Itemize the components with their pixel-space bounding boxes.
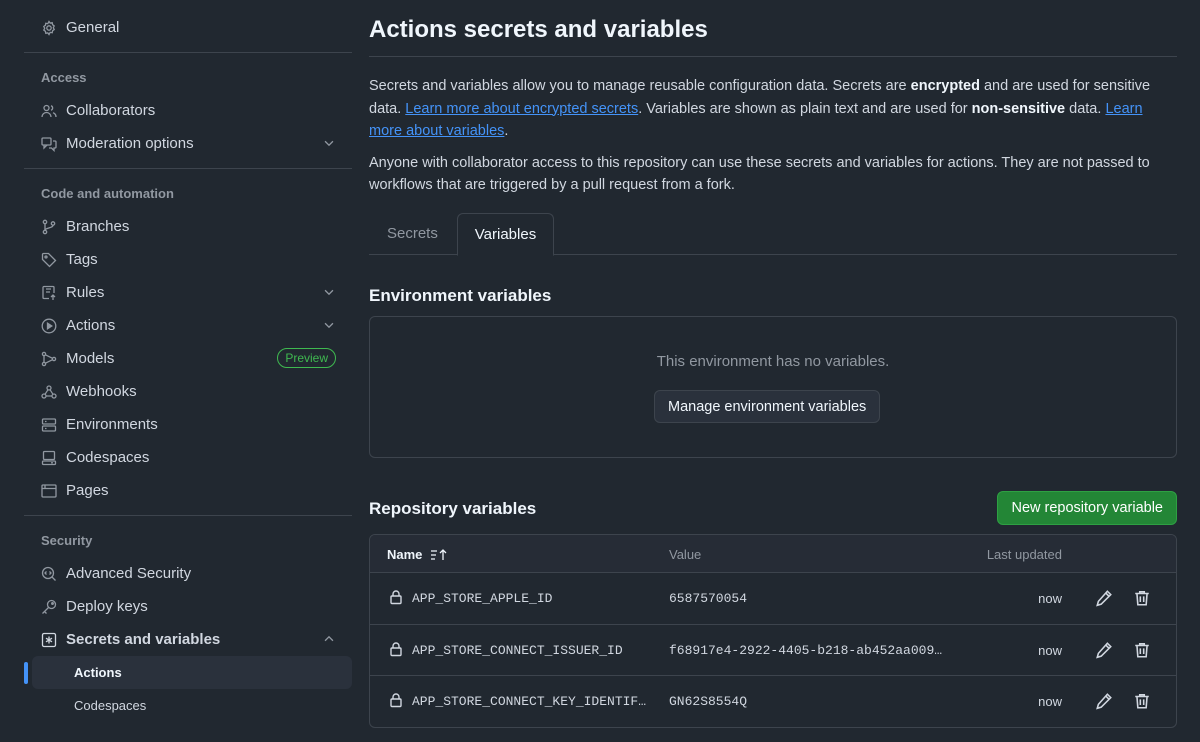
sidebar-item-moderation[interactable]: Moderation options xyxy=(24,127,352,160)
sidebar-item-secrets-and-variables[interactable]: Secrets and variables xyxy=(24,623,352,656)
sidebar-item-label: Pages xyxy=(66,482,109,499)
repository-variables-table: Name Value Last updated APP_STORE_APPLE_… xyxy=(369,534,1177,728)
sidebar-subitem-actions[interactable]: Actions xyxy=(24,656,352,689)
table-row: APP_STORE_CONNECT_ISSUER_ID f68917e4-292… xyxy=(370,625,1176,676)
webhook-icon xyxy=(41,384,57,400)
sidebar-subitem-codespaces[interactable]: Codespaces xyxy=(32,689,352,722)
trash-icon[interactable] xyxy=(1133,692,1151,710)
pencil-icon[interactable] xyxy=(1095,589,1113,607)
divider xyxy=(24,168,352,169)
browser-icon xyxy=(41,483,57,499)
sidebar-item-branches[interactable]: Branches xyxy=(24,210,352,243)
sidebar-item-label: Branches xyxy=(66,218,130,235)
name-column-header[interactable]: Name xyxy=(387,547,448,562)
repository-variables-heading: Repository variables xyxy=(369,499,537,518)
chevron-down-icon[interactable] xyxy=(322,136,336,150)
chevron-down-icon[interactable] xyxy=(322,318,336,332)
preview-badge: Preview xyxy=(277,348,336,368)
sidebar-item-label: Environments xyxy=(66,416,158,433)
divider xyxy=(24,515,352,516)
sidebar-subitem-label: Codespaces xyxy=(74,698,147,713)
sidebar-item-label: Codespaces xyxy=(66,449,150,466)
variable-updated: now xyxy=(1038,591,1062,606)
sidebar-item-advanced-security[interactable]: Advanced Security xyxy=(24,557,352,590)
variable-value: f68917e4-2922-4405-b218-ab452aa009… xyxy=(669,642,943,658)
people-icon xyxy=(41,103,57,119)
variable-name: APP_STORE_CONNECT_ISSUER_ID xyxy=(412,642,623,658)
repo-push-icon xyxy=(41,285,57,301)
codescan-icon xyxy=(41,566,57,582)
trash-icon[interactable] xyxy=(1133,641,1151,659)
models-icon xyxy=(41,351,57,367)
lock-icon xyxy=(390,693,402,708)
table-header: Name Value Last updated xyxy=(370,535,1176,573)
table-row: APP_STORE_CONNECT_KEY_IDENTIF… GN62S8554… xyxy=(370,676,1176,727)
environment-variables-box: This environment has no variables. Manag… xyxy=(369,316,1177,458)
server-icon xyxy=(41,417,57,433)
sidebar-item-label: Actions xyxy=(66,317,116,334)
updated-column-header: Last updated xyxy=(986,547,1062,562)
asterisk-icon xyxy=(41,632,57,648)
key-icon xyxy=(41,599,57,615)
pencil-icon[interactable] xyxy=(1095,641,1113,659)
sidebar-item-label: Webhooks xyxy=(66,383,137,400)
variables-panel: Environment variables This environment h… xyxy=(369,0,1177,742)
chevron-up-icon[interactable] xyxy=(322,632,336,646)
sidebar-item-label: General xyxy=(66,19,120,36)
sidebar-item-label: Collaborators xyxy=(66,102,156,119)
sidebar-item-collaborators[interactable]: Collaborators xyxy=(24,94,352,127)
manage-environment-variables-button[interactable]: Manage environment variables xyxy=(654,390,881,423)
lock-icon xyxy=(390,641,402,656)
sidebar-item-label: Deploy keys xyxy=(66,598,148,615)
pencil-icon[interactable] xyxy=(1095,692,1113,710)
settings-sidebar: General Access Collaborators Moderation … xyxy=(24,0,352,742)
sidebar-item-actions[interactable]: Actions xyxy=(24,309,352,342)
sidebar-item-webhooks[interactable]: Webhooks xyxy=(24,375,352,408)
comment-discussion-icon xyxy=(41,136,57,152)
sidebar-item-label: Moderation options xyxy=(66,135,194,152)
column-label: Name xyxy=(387,547,423,562)
sidebar-subitem-label: Actions xyxy=(74,665,122,680)
sidebar-item-label: Secrets and variables xyxy=(66,631,221,648)
variable-value: 6587570054 xyxy=(669,591,748,606)
sidebar-item-label: Tags xyxy=(66,251,98,268)
variable-updated: now xyxy=(1038,642,1062,658)
variable-name: APP_STORE_APPLE_ID xyxy=(412,591,553,606)
lock-icon xyxy=(390,590,402,605)
sort-ascending-icon[interactable] xyxy=(430,548,448,562)
sidebar-item-codespaces[interactable]: Codespaces xyxy=(24,441,352,474)
sidebar-item-general[interactable]: General xyxy=(24,11,352,44)
variable-updated: now xyxy=(1038,694,1062,709)
divider xyxy=(24,52,352,53)
variable-value: GN62S8554Q xyxy=(669,694,748,709)
sidebar-item-label: Advanced Security xyxy=(66,565,192,582)
new-repository-variable-button[interactable]: New repository variable xyxy=(997,491,1177,525)
environment-variables-heading: Environment variables xyxy=(369,286,552,305)
play-icon xyxy=(41,318,57,334)
sidebar-item-pages[interactable]: Pages xyxy=(24,474,352,507)
sidebar-item-deploy-keys[interactable]: Deploy keys xyxy=(24,590,352,623)
value-column-header: Value xyxy=(669,547,702,562)
variable-name: APP_STORE_CONNECT_KEY_IDENTIF… xyxy=(412,694,647,709)
sidebar-item-rules[interactable]: Rules xyxy=(24,276,352,309)
table-row: APP_STORE_APPLE_ID 6587570054 now xyxy=(370,573,1176,625)
section-label-access: Access xyxy=(41,70,87,85)
git-branch-icon xyxy=(41,219,57,235)
empty-state-message: This environment has no variables. xyxy=(656,353,890,370)
gear-icon xyxy=(41,19,57,36)
sidebar-item-tags[interactable]: Tags xyxy=(24,243,352,276)
section-label-code: Code and automation xyxy=(41,186,174,201)
codespaces-icon xyxy=(41,450,57,466)
sidebar-item-models[interactable]: Models Preview xyxy=(24,342,352,375)
sidebar-item-label: Rules xyxy=(66,284,105,301)
sidebar-item-environments[interactable]: Environments xyxy=(24,408,352,441)
chevron-down-icon[interactable] xyxy=(322,285,336,299)
trash-icon[interactable] xyxy=(1133,589,1151,607)
tag-icon xyxy=(41,252,57,268)
sidebar-item-label: Models xyxy=(66,350,115,367)
section-label-security: Security xyxy=(41,533,93,548)
